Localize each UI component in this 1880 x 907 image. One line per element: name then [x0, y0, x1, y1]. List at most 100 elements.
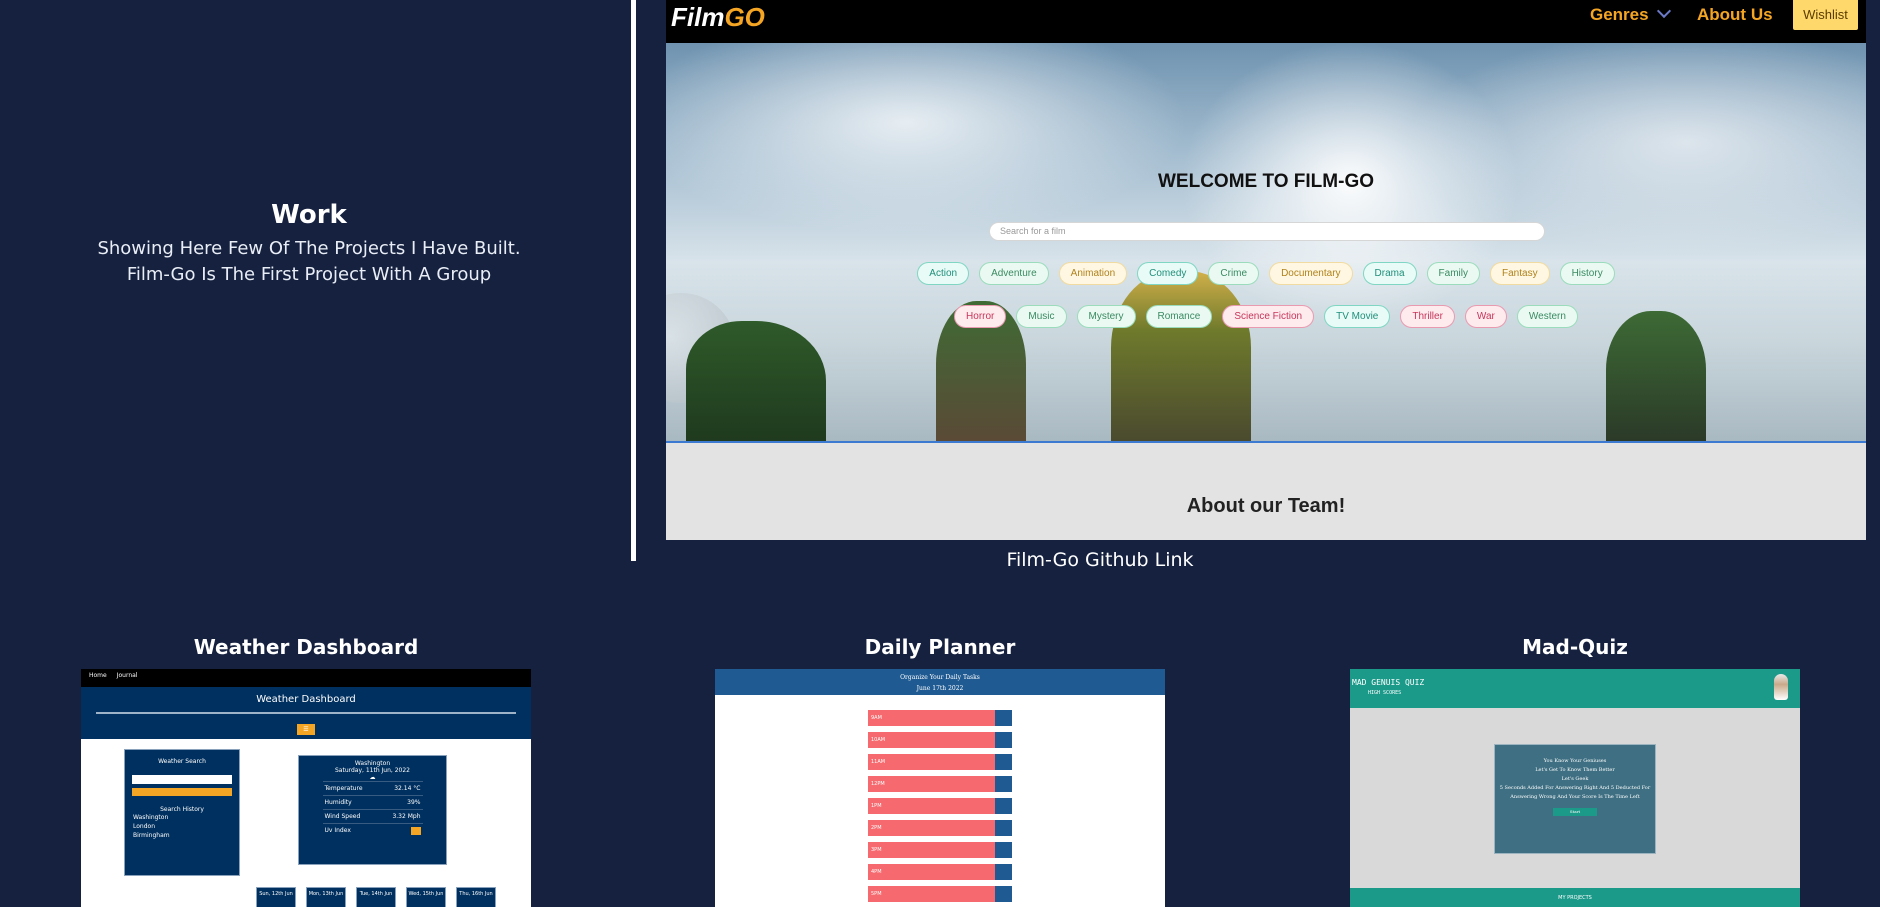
weather-menu-button: ☰ — [297, 724, 315, 735]
genre-chip-adventure[interactable]: Adventure — [979, 262, 1049, 285]
chevron-down-icon — [1656, 3, 1671, 19]
weather-search-title: Weather Search — [158, 758, 206, 765]
save-icon — [995, 886, 1012, 903]
weather-dashboard-title: Weather Dashboard — [193, 635, 419, 659]
genre-chip-horror[interactable]: Horror — [954, 305, 1007, 328]
genre-chips-row-1: Action Adventure Animation Comedy Crime Docum… — [666, 262, 1866, 285]
genre-chip-thriller[interactable]: Thriller — [1400, 305, 1455, 328]
genre-chip-science-fiction[interactable]: Science Fiction — [1222, 305, 1315, 328]
weather-row: Wind Speed 3.32 Mph — [322, 809, 423, 823]
weather-header-title: Weather Dashboard — [256, 694, 356, 705]
filmgo-navbar: FilmGO Genres About Us Wishlist — [666, 0, 1866, 43]
planner-slot-label: 5PM — [868, 886, 995, 903]
quiz-intro-box: You Know Your Geniuses Let's Get To Know… — [1494, 744, 1656, 854]
filmgo-hero: WELCOME TO FILM-GO Search for a film Act… — [666, 43, 1866, 443]
genre-chip-western[interactable]: Western — [1516, 305, 1578, 328]
weather-row-value: 3.32 Mph — [392, 813, 421, 820]
genre-chip-comedy[interactable]: Comedy — [1137, 262, 1199, 285]
daily-planner-title: Daily Planner — [864, 635, 1016, 659]
planner-slot-label: 9AM — [868, 710, 995, 727]
genre-chip-mystery[interactable]: Mystery — [1076, 305, 1136, 328]
weather-row: Uv Index — [322, 823, 423, 837]
weather-row-value: 39% — [407, 799, 421, 806]
weather-city: Washington — [354, 760, 391, 767]
mad-quiz-preview[interactable]: MAD GENUIS QUIZ HIGH SCORES You Know You… — [1350, 669, 1800, 907]
planner-slot-label: 1PM — [868, 798, 995, 815]
weather-nav-journal: Journal — [116, 672, 138, 679]
genre-chip-romance[interactable]: Romance — [1145, 305, 1213, 328]
genre-chip-animation[interactable]: Animation — [1058, 262, 1128, 285]
genre-chip-documentary[interactable]: Documentary — [1269, 262, 1353, 285]
planner-slot-label: 12PM — [868, 776, 995, 793]
mad-quiz-title: Mad-Quiz — [1522, 635, 1628, 659]
planner-header-date: June 17th 2022 — [916, 685, 964, 692]
save-icon — [995, 754, 1012, 771]
genre-chip-drama[interactable]: Drama — [1362, 262, 1417, 285]
weather-row-label: Humidity — [324, 799, 352, 806]
weather-history-item: Washington — [133, 814, 169, 821]
save-icon — [995, 710, 1012, 727]
save-icon — [995, 820, 1012, 837]
genre-chip-music[interactable]: Music — [1016, 305, 1067, 328]
planner-time-row: 1PM — [868, 798, 1012, 815]
quiz-line: Let's Geek — [1561, 776, 1589, 782]
genre-chip-crime[interactable]: Crime — [1208, 262, 1260, 285]
planner-time-row: 5PM — [868, 886, 1012, 903]
quiz-high-scores: HIGH SCORES — [1368, 690, 1402, 696]
quiz-brand: MAD GENUIS QUIZ — [1352, 678, 1425, 687]
filmgo-wishlist-button[interactable]: Wishlist — [1793, 0, 1858, 30]
planner-time-row: 10AM — [868, 732, 1012, 749]
weather-header: Weather Dashboard ☰ — [81, 687, 531, 739]
genre-chip-fantasy[interactable]: Fantasy — [1490, 262, 1550, 285]
weather-row: Humidity 39% — [322, 795, 423, 809]
daily-planner-preview[interactable]: Organize Your Daily Tasks June 17th 2022… — [715, 669, 1165, 907]
weather-forecast-day: Thu, 16th Jun — [456, 887, 496, 907]
rock-pillar-image — [1111, 271, 1251, 441]
planner-slot-label: 2PM — [868, 820, 995, 837]
filmgo-logo-film: Film — [671, 2, 725, 32]
filmgo-genres-label: Genres — [1590, 5, 1649, 24]
planner-time-row: 3PM — [868, 842, 1012, 859]
quiz-line: 5 Seconds Added For Answering Right And … — [1499, 785, 1651, 800]
filmgo-logo-go: GO — [724, 2, 765, 32]
quiz-line: You Know Your Geniuses — [1543, 758, 1607, 764]
weather-dashboard-preview[interactable]: Home Journal Weather Dashboard ☰ Weather … — [81, 669, 531, 907]
weather-forecast-day: Sun, 12th Jun — [256, 887, 296, 907]
save-icon — [995, 864, 1012, 881]
filmgo-genres-menu[interactable]: Genres — [1590, 3, 1671, 25]
planner-time-row: 4PM — [868, 864, 1012, 881]
weather-topbar: Home Journal — [81, 669, 531, 687]
save-icon — [995, 842, 1012, 859]
filmgo-welcome-heading: WELCOME TO FILM-GO — [1157, 171, 1374, 192]
weather-history-item: London — [133, 823, 155, 830]
planner-slot-label: 10AM — [868, 732, 995, 749]
genre-chip-war[interactable]: War — [1464, 305, 1507, 328]
genre-chips-row-2: Horror Music Mystery Romance Science Fiction… — [666, 305, 1866, 328]
weather-row-value: 32.14 °C — [394, 785, 421, 792]
planner-slot-label: 3PM — [868, 842, 995, 859]
uv-index-badge — [410, 827, 421, 835]
planner-time-row: 2PM — [868, 820, 1012, 837]
weather-search-input — [132, 775, 232, 784]
filmgo-github-link[interactable]: Film-Go Github Link — [935, 549, 1265, 571]
weather-nav-home: Home — [89, 672, 107, 679]
filmgo-search-input[interactable]: Search for a film — [989, 222, 1545, 241]
filmgo-featured-preview[interactable]: FilmGO Genres About Us Wishlist WELCOME … — [666, 0, 1866, 540]
weather-history-title: Search History — [160, 806, 204, 813]
save-icon — [995, 776, 1012, 793]
rock-pillar-image — [686, 321, 826, 441]
weather-current-panel: Washington Saturday, 11th Jun, 2022 ☁ Te… — [298, 755, 447, 865]
filmgo-team-heading: About our Team! — [666, 443, 1866, 540]
genre-chip-family[interactable]: Family — [1426, 262, 1480, 285]
genre-chip-history[interactable]: History — [1559, 262, 1615, 285]
work-description-line-1: Showing Here Few Of The Projects I Have … — [97, 238, 521, 259]
work-intro: Work Showing Here Few Of The Projects I … — [0, 200, 618, 288]
vertical-divider — [631, 0, 636, 561]
filmgo-about-link[interactable]: About Us — [1697, 5, 1773, 25]
weather-row-label: Temperature — [324, 785, 363, 792]
genre-chip-action[interactable]: Action — [917, 262, 970, 285]
quiz-footer: MY PROJECTS — [1350, 888, 1800, 907]
genre-chip-tv-movie[interactable]: TV Movie — [1324, 305, 1391, 328]
cloud-icon: ☁ — [369, 774, 376, 781]
weather-search-button — [132, 788, 232, 796]
